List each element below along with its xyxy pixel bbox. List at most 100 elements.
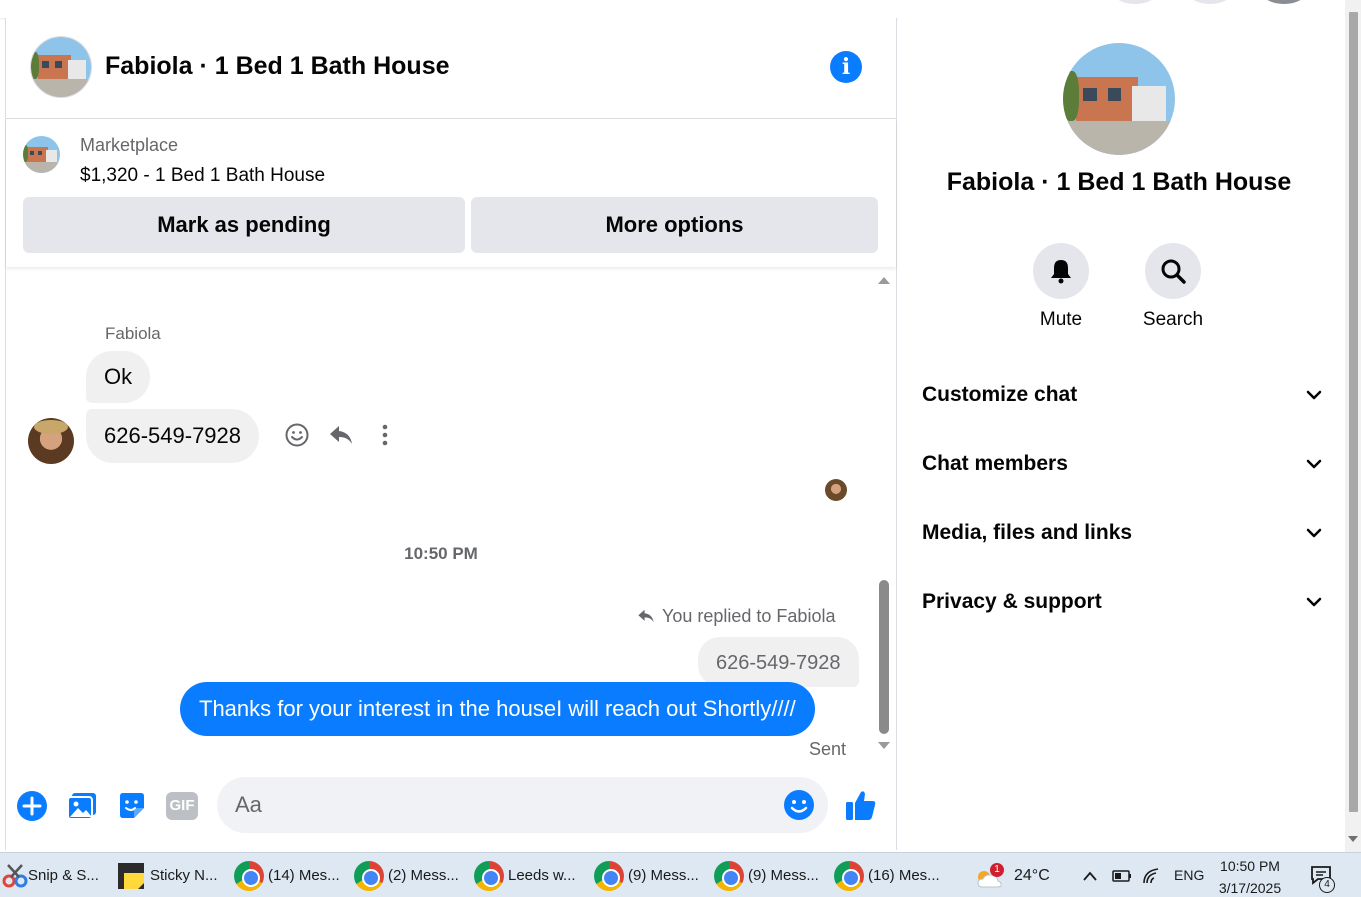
reply-icon (638, 609, 654, 623)
info-icon[interactable]: i (830, 51, 862, 83)
reply-context-label: You replied to Fabiola (662, 606, 836, 626)
conversation-avatar-large[interactable] (1063, 43, 1175, 155)
chevron-down-icon (1306, 597, 1322, 607)
chrome-icon (594, 861, 624, 891)
language-indicator[interactable]: ENG (1174, 853, 1204, 897)
taskbar-app-label: Leeds w... (508, 867, 576, 884)
notification-center[interactable]: 4 (1310, 865, 1335, 893)
chat-pane: Fabiola · 1 Bed 1 Bath House i Marketpla… (5, 18, 897, 850)
section-label: Customize chat (922, 383, 1078, 406)
incoming-message[interactable]: 626-549-7928 (86, 409, 260, 463)
seen-indicator-avatar (825, 479, 847, 501)
outgoing-message[interactable]: Thanks for your interest in the houseI w… (180, 682, 815, 736)
scroll-up-arrow[interactable] (878, 277, 890, 284)
taskbar-app-chrome[interactable]: (2) Mess... (354, 853, 466, 897)
search-label: Search (1142, 309, 1204, 330)
top-circle-button[interactable] (1113, 0, 1157, 4)
section-label: Media, files and links (922, 521, 1133, 544)
taskbar: Snip & S... Sticky N... (14) Mes... (2) … (0, 852, 1361, 897)
conversation-title[interactable]: Fabiola · 1 Bed 1 Bath House (105, 52, 450, 81)
marketplace-banner: Marketplace $1,320 - 1 Bed 1 Bath House … (6, 119, 896, 267)
window-scrollbar[interactable] (1345, 0, 1361, 852)
react-emoji-icon[interactable] (284, 422, 310, 448)
listing-title[interactable]: $1,320 - 1 Bed 1 Bath House (80, 165, 325, 187)
conversation-avatar[interactable] (30, 36, 92, 98)
emoji-icon[interactable] (783, 789, 815, 821)
weather-badge: 1 (990, 863, 1004, 877)
notification-count: 4 (1319, 877, 1335, 893)
profile-avatar[interactable] (1262, 0, 1306, 4)
battery-icon[interactable] (1112, 869, 1132, 883)
section-privacy-support[interactable]: Privacy & support (922, 582, 1322, 622)
wifi-icon[interactable] (1142, 867, 1162, 885)
screen: Fabiola · 1 Bed 1 Bath House i Marketpla… (0, 0, 1361, 897)
mark-as-pending-button[interactable]: Mark as pending (23, 197, 465, 253)
temperature-label: 24°C (1014, 867, 1050, 884)
taskbar-app-sticky-notes[interactable]: Sticky N... (116, 853, 226, 897)
chrome-icon (234, 861, 264, 891)
add-plus-icon[interactable] (16, 790, 48, 822)
chat-header: Fabiola · 1 Bed 1 Bath House i (6, 18, 896, 119)
bell-icon (1051, 260, 1071, 284)
clock-date: 3/17/2025 (1218, 880, 1282, 896)
sender-avatar[interactable] (28, 418, 74, 464)
chrome-icon (354, 861, 384, 891)
clock-time: 10:50 PM (1220, 858, 1280, 874)
snip-icon (2, 864, 28, 888)
taskbar-app-chrome[interactable]: (14) Mes... (234, 853, 346, 897)
taskbar-app-label: Snip & S... (28, 867, 99, 884)
more-actions-icon[interactable] (372, 422, 398, 448)
chevron-down-icon (1306, 528, 1322, 538)
section-chat-members[interactable]: Chat members (922, 444, 1322, 484)
taskbar-app-snip[interactable]: Snip & S... (0, 853, 108, 897)
taskbar-app-chrome[interactable]: Leeds w... (474, 853, 586, 897)
message-input[interactable] (235, 777, 775, 833)
top-bar (0, 0, 1345, 18)
message-status: Sent (809, 739, 847, 759)
chevron-down-icon (1306, 459, 1322, 469)
system-clock[interactable]: 10:50 PM 3/17/2025 (1210, 857, 1290, 897)
taskbar-app-label: (9) Mess... (628, 867, 699, 884)
thumbs-up-icon[interactable] (844, 788, 878, 822)
taskbar-app-chrome[interactable]: (16) Mes... (834, 853, 946, 897)
listing-thumbnail[interactable] (23, 136, 60, 173)
section-customize-chat[interactable]: Customize chat (922, 375, 1322, 415)
message-scrollbar[interactable] (879, 580, 889, 734)
scroll-down-arrow[interactable] (878, 742, 890, 749)
reply-context: You replied to Fabiola (636, 606, 835, 627)
message-input-container (217, 777, 828, 833)
top-circle-button[interactable] (1188, 0, 1232, 4)
chrome-icon (714, 861, 744, 891)
gif-icon[interactable]: GIF (166, 792, 198, 820)
section-media-files-links[interactable]: Media, files and links (922, 513, 1322, 553)
weather-widget[interactable]: 1 24°C (974, 853, 1064, 897)
mute-label: Mute (1039, 309, 1083, 330)
search-button[interactable]: Search (1128, 243, 1218, 331)
marketplace-label: Marketplace (80, 135, 179, 155)
taskbar-app-label: (16) Mes... (868, 867, 940, 884)
sender-name: Fabiola (105, 324, 161, 343)
taskbar-app-chrome[interactable]: (9) Mess... (594, 853, 706, 897)
message-timestamp: 10:50 PM (404, 544, 478, 563)
search-icon (1161, 259, 1186, 284)
section-label: Privacy & support (922, 590, 1102, 613)
section-label: Chat members (922, 452, 1068, 475)
chrome-icon (834, 861, 864, 891)
incoming-message[interactable]: Ok (86, 351, 151, 403)
taskbar-app-label: (14) Mes... (268, 867, 340, 884)
window-scrollbar-thumb[interactable] (1349, 12, 1358, 812)
reply-icon[interactable] (328, 422, 354, 448)
sticker-icon[interactable] (116, 790, 148, 822)
taskbar-app-chrome[interactable]: (9) Mess... (714, 853, 826, 897)
photo-gallery-icon[interactable] (66, 790, 98, 822)
more-options-button[interactable]: More options (471, 197, 878, 253)
taskbar-app-label: Sticky N... (150, 867, 218, 884)
taskbar-app-label: (9) Mess... (748, 867, 819, 884)
quoted-message[interactable]: 626-549-7928 (698, 637, 859, 687)
scroll-down-arrow[interactable] (1348, 836, 1358, 842)
chrome-icon (474, 861, 504, 891)
mute-button[interactable]: Mute (1016, 243, 1106, 331)
sticky-notes-icon (118, 863, 144, 889)
chevron-down-icon (1306, 390, 1322, 400)
chevron-up-icon[interactable] (1082, 870, 1098, 882)
